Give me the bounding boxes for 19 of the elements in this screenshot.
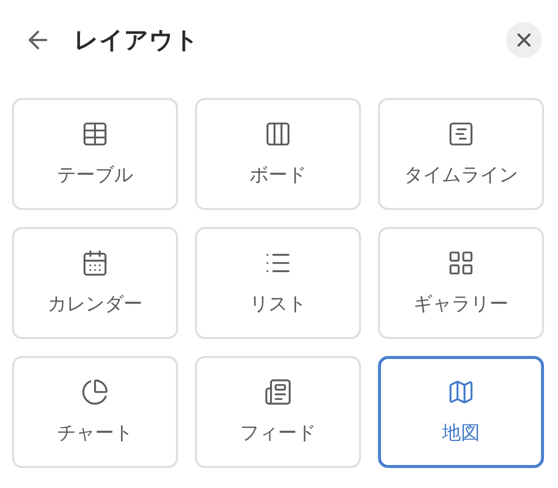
columns-icon: [264, 120, 292, 148]
layout-option[interactable]: ボード: [195, 98, 361, 210]
timeline-icon: [447, 120, 475, 148]
layout-option[interactable]: チャート: [12, 356, 178, 468]
layout-option[interactable]: 地図: [378, 356, 544, 468]
calendar-icon: [81, 249, 109, 277]
page-title: レイアウト: [74, 25, 200, 56]
layout-option[interactable]: フィード: [195, 356, 361, 468]
layout-option[interactable]: テーブル: [12, 98, 178, 210]
layout-option[interactable]: タイムライン: [378, 98, 544, 210]
close-button[interactable]: [506, 22, 542, 58]
grid-icon: [447, 249, 475, 277]
table-icon: [81, 120, 109, 148]
pie-chart-icon: [81, 378, 109, 406]
layout-option[interactable]: カレンダー: [12, 227, 178, 339]
layout-option[interactable]: リスト: [195, 227, 361, 339]
newspaper-icon: [264, 378, 292, 406]
layout-option[interactable]: ギャラリー: [378, 227, 544, 339]
map-icon: [447, 378, 475, 406]
